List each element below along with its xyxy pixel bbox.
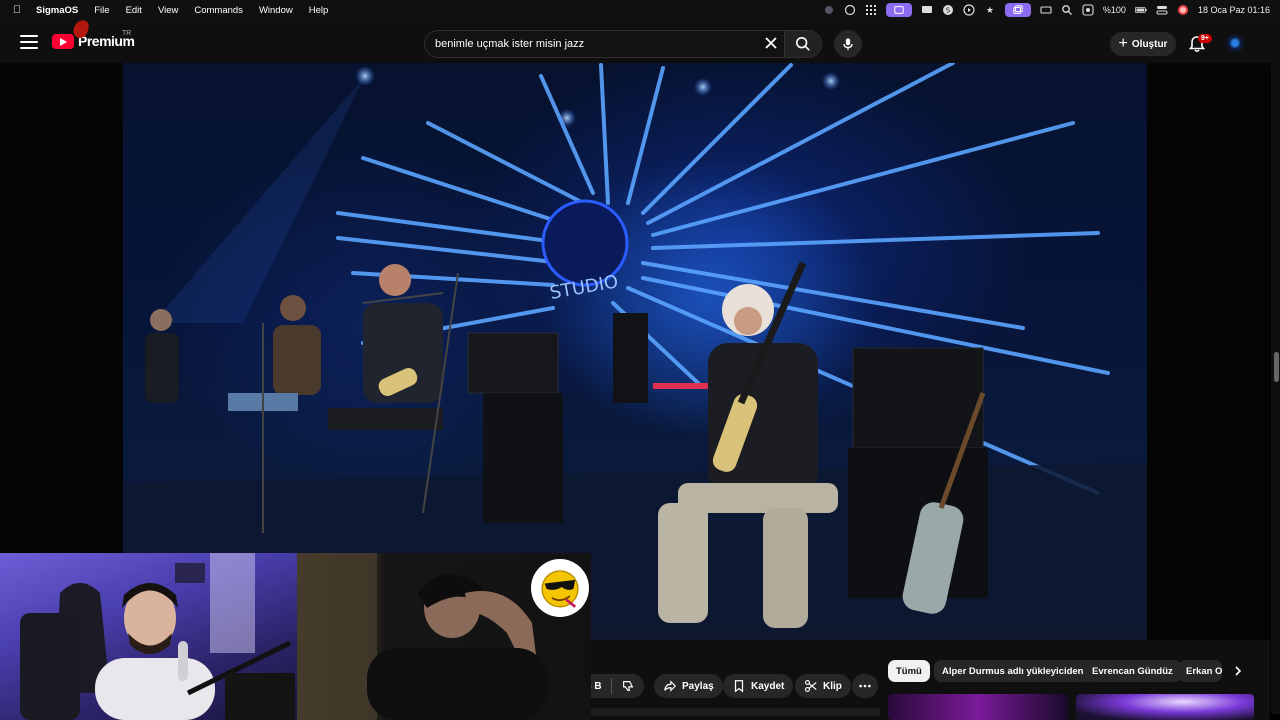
menu-app-name[interactable]: SigmaOS	[34, 5, 86, 16]
hamburger-menu-icon[interactable]	[20, 35, 38, 49]
voice-search-button[interactable]	[834, 30, 862, 58]
play-circle-icon[interactable]	[963, 4, 975, 16]
control-center-icon[interactable]	[1156, 4, 1168, 16]
screen-record-icon[interactable]	[885, 3, 912, 17]
menubar-status-area: S ★ %100 18 Oca Paz 01:16	[823, 3, 1280, 17]
menu-edit[interactable]: Edit	[118, 5, 150, 16]
chip-all[interactable]: Tümü	[888, 660, 930, 682]
plus-icon: +	[1118, 35, 1128, 52]
streamer-webcam-image	[20, 553, 295, 720]
page-scrollbar-thumb[interactable]	[1274, 352, 1279, 382]
chip-evrencan[interactable]: Evrencan Gündüz	[1084, 660, 1181, 682]
clip-button[interactable]: Klip	[795, 674, 851, 698]
account-avatar[interactable]	[1225, 34, 1245, 54]
dot-status-icon[interactable]	[823, 4, 835, 16]
microphone-icon	[843, 38, 853, 51]
menu-view[interactable]: View	[150, 5, 186, 16]
menu-window[interactable]: Window	[251, 5, 301, 16]
save-label: Kaydet	[751, 680, 785, 692]
dislike-icon[interactable]	[621, 679, 635, 693]
youtube-play-logo-icon	[52, 33, 74, 49]
battery-percent: %100	[1102, 5, 1126, 15]
star-icon[interactable]: ★	[984, 4, 996, 16]
keyboard-icon[interactable]	[1040, 4, 1052, 16]
control-strip-icon[interactable]	[1082, 4, 1094, 16]
description-box-edge	[590, 708, 880, 716]
search-input[interactable]	[425, 38, 745, 50]
share-button[interactable]: Paylaş	[654, 674, 723, 698]
share-arrow-icon	[664, 680, 677, 692]
menu-help[interactable]: Help	[301, 5, 337, 16]
skype-icon[interactable]: S	[942, 4, 954, 16]
svg-text:S: S	[946, 7, 951, 15]
youtube-header: Premium TR + Oluştur 9+	[0, 18, 1280, 66]
chip-erkan[interactable]: Erkan O	[1178, 660, 1222, 682]
notifications-badge: 9+	[1198, 34, 1212, 43]
clip-label: Klip	[823, 680, 842, 692]
share-label: Paylaş	[682, 680, 714, 692]
more-horizontal-icon	[859, 684, 871, 688]
search-box	[424, 30, 786, 58]
sync-icon[interactable]	[844, 4, 856, 16]
like-divider	[610, 678, 612, 694]
apple-menu-icon[interactable]: 	[0, 4, 34, 16]
sunglasses-emoji-sticker	[531, 559, 589, 617]
create-button[interactable]: + Oluştur	[1110, 32, 1176, 56]
save-button[interactable]: Kaydet	[723, 674, 794, 698]
create-label: Oluştur	[1131, 38, 1168, 50]
macos-menubar:  SigmaOS File Edit View Commands Window…	[0, 0, 1280, 20]
youtube-premium-logo[interactable]: Premium TR	[52, 30, 135, 49]
siri-icon[interactable]	[1177, 4, 1189, 16]
search-icon	[795, 36, 810, 51]
menubar-clock[interactable]: 18 Oca Paz 01:16	[1198, 5, 1270, 15]
chip-uploader[interactable]: Alper Durmus adlı yükleyiciden	[934, 660, 1092, 682]
spotlight-search-icon[interactable]	[1061, 4, 1073, 16]
clear-search-icon[interactable]	[762, 34, 780, 52]
chip-scroll-right-icon[interactable]	[1229, 662, 1247, 680]
more-actions-button[interactable]	[852, 674, 878, 698]
cool-face-emoji-icon	[541, 570, 579, 608]
display-icon[interactable]	[921, 4, 933, 16]
bookmark-icon	[734, 680, 744, 693]
grid-icon[interactable]	[865, 4, 877, 16]
recommended-video-thumbnail[interactable]	[888, 694, 1068, 720]
menu-commands[interactable]: Commands	[186, 5, 251, 16]
battery-icon[interactable]	[1134, 4, 1147, 16]
recommended-video-thumbnail[interactable]	[1076, 694, 1254, 720]
scissors-icon	[805, 680, 817, 692]
logo-country-code: TR	[122, 30, 132, 37]
streamer-webcam	[0, 553, 297, 720]
search-button[interactable]	[784, 30, 822, 58]
window-switch-icon[interactable]	[1004, 3, 1031, 17]
menu-file[interactable]: File	[86, 5, 117, 16]
